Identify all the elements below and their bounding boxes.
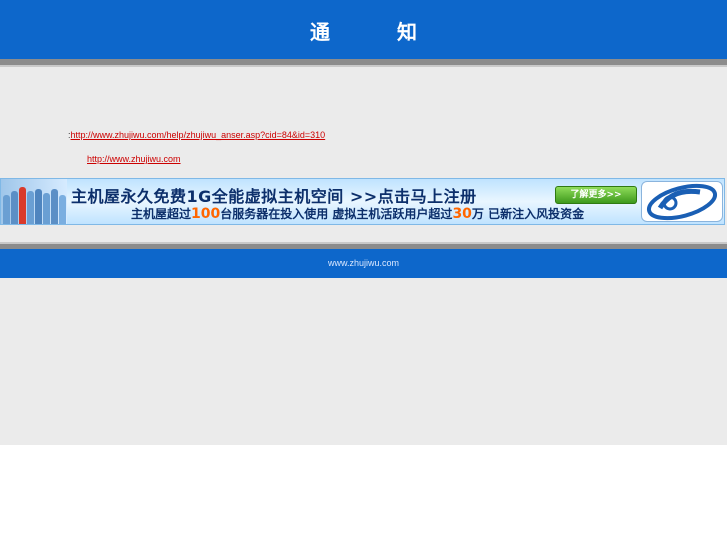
- logo-icon: [641, 181, 723, 222]
- logo-swoosh-icon: [646, 183, 718, 221]
- footer-site-url: www.zhujiwu.com: [327, 258, 400, 268]
- person-icon: [51, 189, 58, 224]
- banner-subline: 主机屋超过100台服务器在投入使用 虚拟主机活跃用户超过30万 已新注入风投资金: [131, 205, 584, 222]
- user-count: 30: [452, 206, 472, 222]
- banner-subline-part: 主机屋超过: [131, 207, 192, 221]
- ad-banner[interactable]: 主机屋永久免费1G全能虚拟主机空间 >>点击马上注册 主机屋超过100台服务器在…: [0, 178, 725, 225]
- banner-headline: 主机屋永久免费1G全能虚拟主机空间 >>点击马上注册: [71, 187, 477, 206]
- homepage-link[interactable]: http://www.zhujiwu.com: [87, 154, 181, 164]
- learn-more-button[interactable]: 了解更多>>: [555, 186, 637, 204]
- banner-subline-part: 台服务器在投入使用 虚拟主机活跃用户超过: [220, 207, 453, 221]
- person-icon: [59, 195, 66, 224]
- person-icon: [43, 193, 50, 224]
- help-link[interactable]: http://www.zhujiwu.com/help/zhujiwu_anse…: [71, 130, 326, 140]
- notice-line-2: http://www.zhujiwu.com: [87, 154, 181, 164]
- page-title: 通 知: [310, 20, 447, 44]
- notice-line-1: :http://www.zhujiwu.com/help/zhujiwu_ans…: [68, 130, 325, 140]
- person-icon: [3, 195, 10, 224]
- person-icon: [27, 191, 34, 224]
- crowd-illustration: [1, 179, 67, 224]
- person-icon: [19, 187, 26, 224]
- banner-subline-part: 万 已新注入风投资金: [471, 207, 585, 221]
- server-count: 100: [191, 206, 221, 222]
- person-icon: [35, 189, 42, 224]
- header-divider-light: [0, 65, 727, 67]
- person-icon: [11, 191, 18, 224]
